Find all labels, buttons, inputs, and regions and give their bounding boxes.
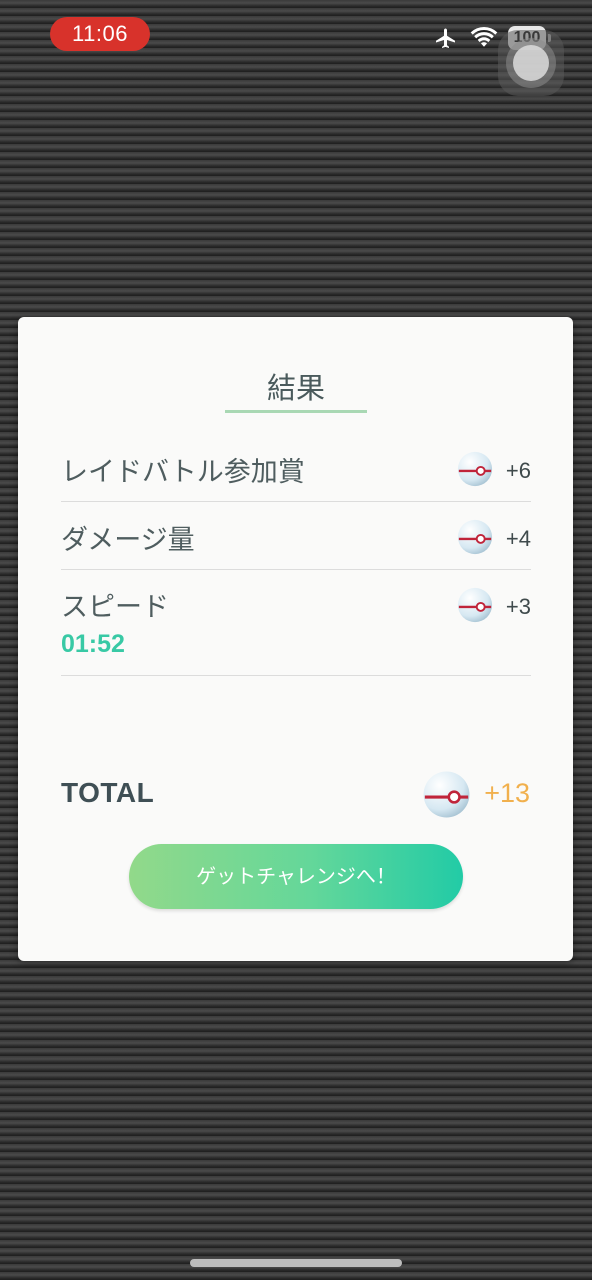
premier-ball-icon [457, 451, 493, 487]
total-label: TOTAL [61, 777, 155, 808]
total-value: +13 [484, 778, 530, 808]
speed-time: 01:52 [61, 630, 125, 658]
results-title: 結果 [266, 371, 325, 405]
assistive-touch-button[interactable] [498, 30, 564, 96]
raid-participation-label: レイドバトル参加賞 [61, 457, 305, 488]
speed-label: スピード [61, 592, 169, 623]
airplane-icon [436, 28, 455, 48]
raid-participation-value: +6 [505, 458, 531, 483]
damage-value: +4 [505, 526, 531, 551]
home-indicator[interactable] [190, 1259, 402, 1267]
row-divider [61, 501, 531, 502]
title-underline [225, 410, 367, 413]
row-divider [61, 675, 531, 676]
damage-label: ダメージ量 [61, 525, 195, 556]
assistive-touch-center [513, 45, 549, 81]
get-challenge-button[interactable]: ゲットチャレンジへ！ [129, 844, 463, 909]
premier-ball-icon [457, 519, 493, 555]
premier-ball-icon [457, 587, 493, 623]
wifi-icon [470, 26, 498, 47]
row-divider [61, 569, 531, 570]
speed-value: +3 [505, 594, 531, 619]
premier-ball-icon [423, 771, 470, 818]
status-time[interactable]: 11:06 [50, 17, 150, 51]
